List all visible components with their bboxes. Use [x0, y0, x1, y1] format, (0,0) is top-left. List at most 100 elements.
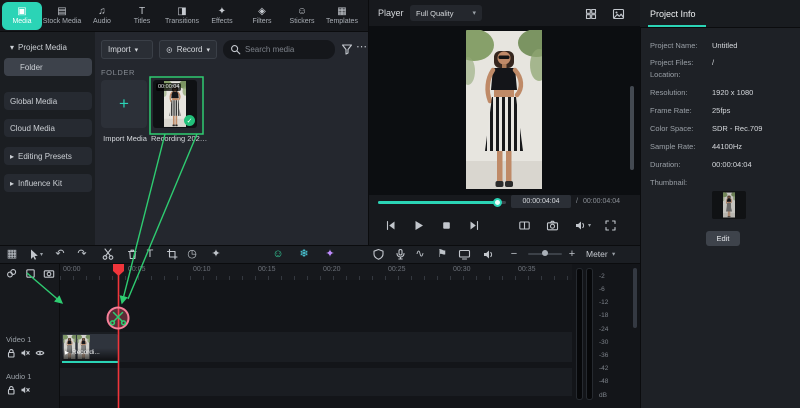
- add-text-icon[interactable]: T: [142, 246, 158, 261]
- chevron-down-icon[interactable]: ▾: [588, 222, 591, 229]
- freeze-frame-icon[interactable]: ❄: [296, 246, 312, 261]
- track-box-icon[interactable]: [25, 268, 36, 279]
- undo-icon[interactable]: ↶: [52, 246, 68, 261]
- player-quality-dropdown[interactable]: Full Quality ▾: [410, 5, 482, 21]
- crop-icon[interactable]: [166, 248, 178, 260]
- filter-icon[interactable]: [341, 43, 353, 55]
- timeline-clip[interactable]: ▶ Recordi...: [62, 334, 118, 360]
- sidebar-item-label: Editing Presets: [18, 152, 72, 161]
- play-button[interactable]: [412, 219, 425, 232]
- tab-filters[interactable]: ◈Filters: [242, 2, 282, 30]
- lock-track-icon[interactable]: [6, 348, 16, 358]
- meter-dropdown[interactable]: Meter: [586, 249, 608, 259]
- delete-icon[interactable]: [126, 248, 138, 260]
- stop-button[interactable]: [440, 219, 453, 232]
- panel-scrollbar[interactable]: [630, 86, 634, 170]
- timeline-scrollbar[interactable]: [633, 268, 637, 328]
- sidebar-item-influence-kit[interactable]: ▸Influence Kit: [4, 174, 92, 192]
- chevron-down-icon[interactable]: ▾: [40, 251, 43, 258]
- field-label: Project Name:: [650, 41, 698, 50]
- magic-wand-icon[interactable]: ✦: [208, 246, 224, 261]
- meter-scale-label: -42: [599, 365, 608, 372]
- chevron-down-icon: ▾: [135, 46, 139, 54]
- import-media-tile[interactable]: +: [101, 80, 147, 128]
- audio-wave-icon[interactable]: ∿: [412, 246, 428, 261]
- edit-button[interactable]: Edit: [706, 231, 740, 246]
- tab-effects[interactable]: ✦Effects: [202, 2, 242, 30]
- tab-stickers[interactable]: ☺Stickers: [282, 2, 322, 30]
- more-options-icon[interactable]: ⋯: [356, 40, 367, 53]
- marker-flag-icon[interactable]: ⚑: [434, 246, 450, 261]
- media-item-thumbnail[interactable]: 00:00:04 ✓: [153, 80, 197, 128]
- sidebar-item-cloud-media[interactable]: Cloud Media: [4, 119, 92, 137]
- export-frame-icon[interactable]: [458, 248, 471, 261]
- media-item-name[interactable]: Recording 2025...: [151, 134, 209, 143]
- sidebar-item-label: Cloud Media: [10, 124, 55, 133]
- lock-track-icon[interactable]: [6, 385, 16, 395]
- tab-label: Audio: [93, 18, 111, 25]
- microphone-icon[interactable]: [394, 248, 407, 261]
- project-thumbnail: [712, 191, 746, 219]
- sticker-emoji-icon[interactable]: ☺: [270, 246, 286, 261]
- audio-track-lane[interactable]: [60, 368, 572, 396]
- split-view-icon[interactable]: [585, 8, 597, 20]
- meter-scale-label: -30: [599, 339, 608, 346]
- tab-label: Stock Media: [43, 18, 82, 25]
- field-label: Sample Rate:: [650, 142, 695, 151]
- step-forward-button[interactable]: [468, 219, 481, 232]
- zoom-out-icon[interactable]: −: [506, 246, 522, 261]
- chevron-down-icon[interactable]: ▾: [612, 250, 615, 258]
- seek-bar-progress: [378, 201, 497, 204]
- preview-image-icon[interactable]: [612, 8, 625, 20]
- record-button[interactable]: Record▾: [159, 40, 217, 59]
- tab-titles[interactable]: TTitles: [122, 2, 162, 30]
- project-thumbnail-image: [723, 192, 735, 218]
- plus-icon: +: [119, 94, 129, 114]
- seek-bar-handle[interactable]: [493, 198, 502, 207]
- mute-track-icon[interactable]: [20, 385, 31, 395]
- compare-view-icon[interactable]: [518, 219, 531, 232]
- sidebar-item-project-media[interactable]: ▾Project Media: [4, 38, 92, 56]
- chevron-right-icon: ▸: [10, 179, 14, 188]
- redo-icon[interactable]: ↷: [74, 246, 90, 261]
- field-label: Color Space:: [650, 124, 693, 133]
- ruler-label: 00:00: [63, 266, 81, 273]
- split-scissors-icon[interactable]: [102, 248, 114, 260]
- sidebar-item-editing-presets[interactable]: ▸Editing Presets: [4, 147, 92, 165]
- project-info-title[interactable]: Project Info: [650, 9, 696, 19]
- media-source-tabs: ▣Media ▤Stock Media ♫Audio TTitles ◨Tran…: [0, 0, 368, 32]
- tab-stock-media[interactable]: ▤Stock Media: [42, 2, 82, 30]
- hide-track-eye-icon[interactable]: [35, 349, 45, 357]
- tab-transitions[interactable]: ◨Transitions: [162, 2, 202, 30]
- video-track-lane[interactable]: [60, 332, 572, 362]
- step-backward-button[interactable]: [384, 219, 397, 232]
- import-button[interactable]: Import▾: [101, 40, 153, 59]
- field-label: Location:: [650, 70, 680, 79]
- ai-sparkle-icon[interactable]: ✦: [322, 246, 338, 261]
- tab-audio[interactable]: ♫Audio: [82, 2, 122, 30]
- zoom-slider-handle[interactable]: [542, 250, 548, 256]
- sidebar-item-global-media[interactable]: Global Media: [4, 92, 92, 110]
- link-clips-icon[interactable]: [6, 268, 17, 279]
- tab-templates[interactable]: ▦Templates: [322, 2, 362, 30]
- record-preview-icon[interactable]: [43, 268, 55, 279]
- speaker-icon[interactable]: [574, 219, 587, 232]
- speed-icon[interactable]: ◷: [184, 246, 200, 261]
- tab-label: Templates: [326, 18, 358, 25]
- search-input[interactable]: [245, 45, 327, 54]
- field-value: /: [712, 58, 714, 67]
- select-tool-icon[interactable]: [27, 248, 39, 260]
- tab-media[interactable]: ▣Media: [2, 2, 42, 30]
- track-layout-icon[interactable]: ▦: [4, 246, 20, 261]
- mute-track-icon[interactable]: [20, 348, 31, 358]
- search-box[interactable]: [223, 40, 335, 59]
- snapshot-camera-icon[interactable]: [546, 219, 559, 232]
- timeline-speaker-icon[interactable]: [482, 248, 495, 261]
- stickers-icon: ☺: [297, 7, 307, 17]
- fullscreen-icon[interactable]: [604, 219, 617, 232]
- sidebar-item-folder[interactable]: Folder: [4, 58, 92, 76]
- zoom-in-icon[interactable]: +: [564, 246, 580, 261]
- mask-shield-icon[interactable]: [372, 248, 385, 260]
- field-label: Thumbnail:: [650, 178, 687, 187]
- import-media-tile-label: Import Media: [95, 134, 155, 143]
